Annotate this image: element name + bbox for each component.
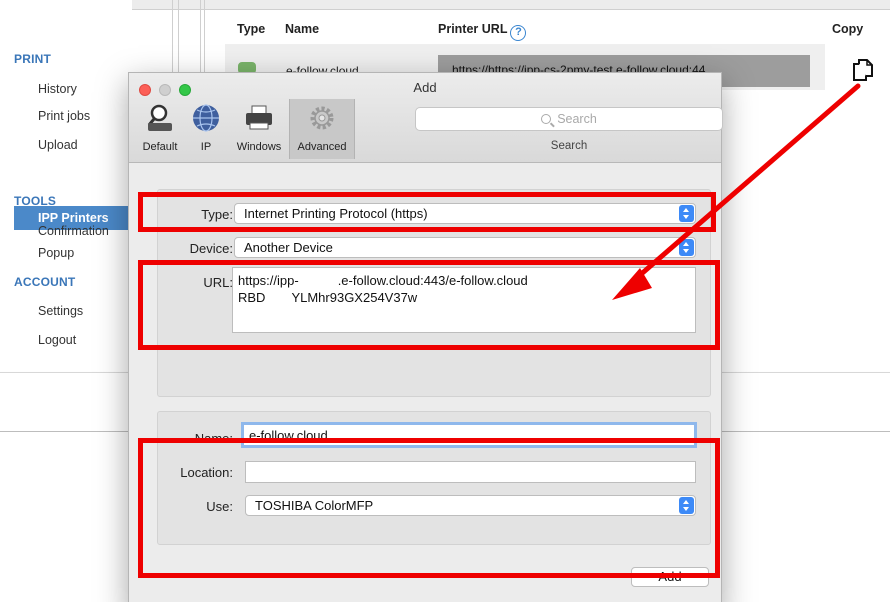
screenshot-stage: PRINT History Print jobs Upload IPP Prin… (0, 0, 890, 602)
annotation-arrow-icon (612, 83, 861, 300)
